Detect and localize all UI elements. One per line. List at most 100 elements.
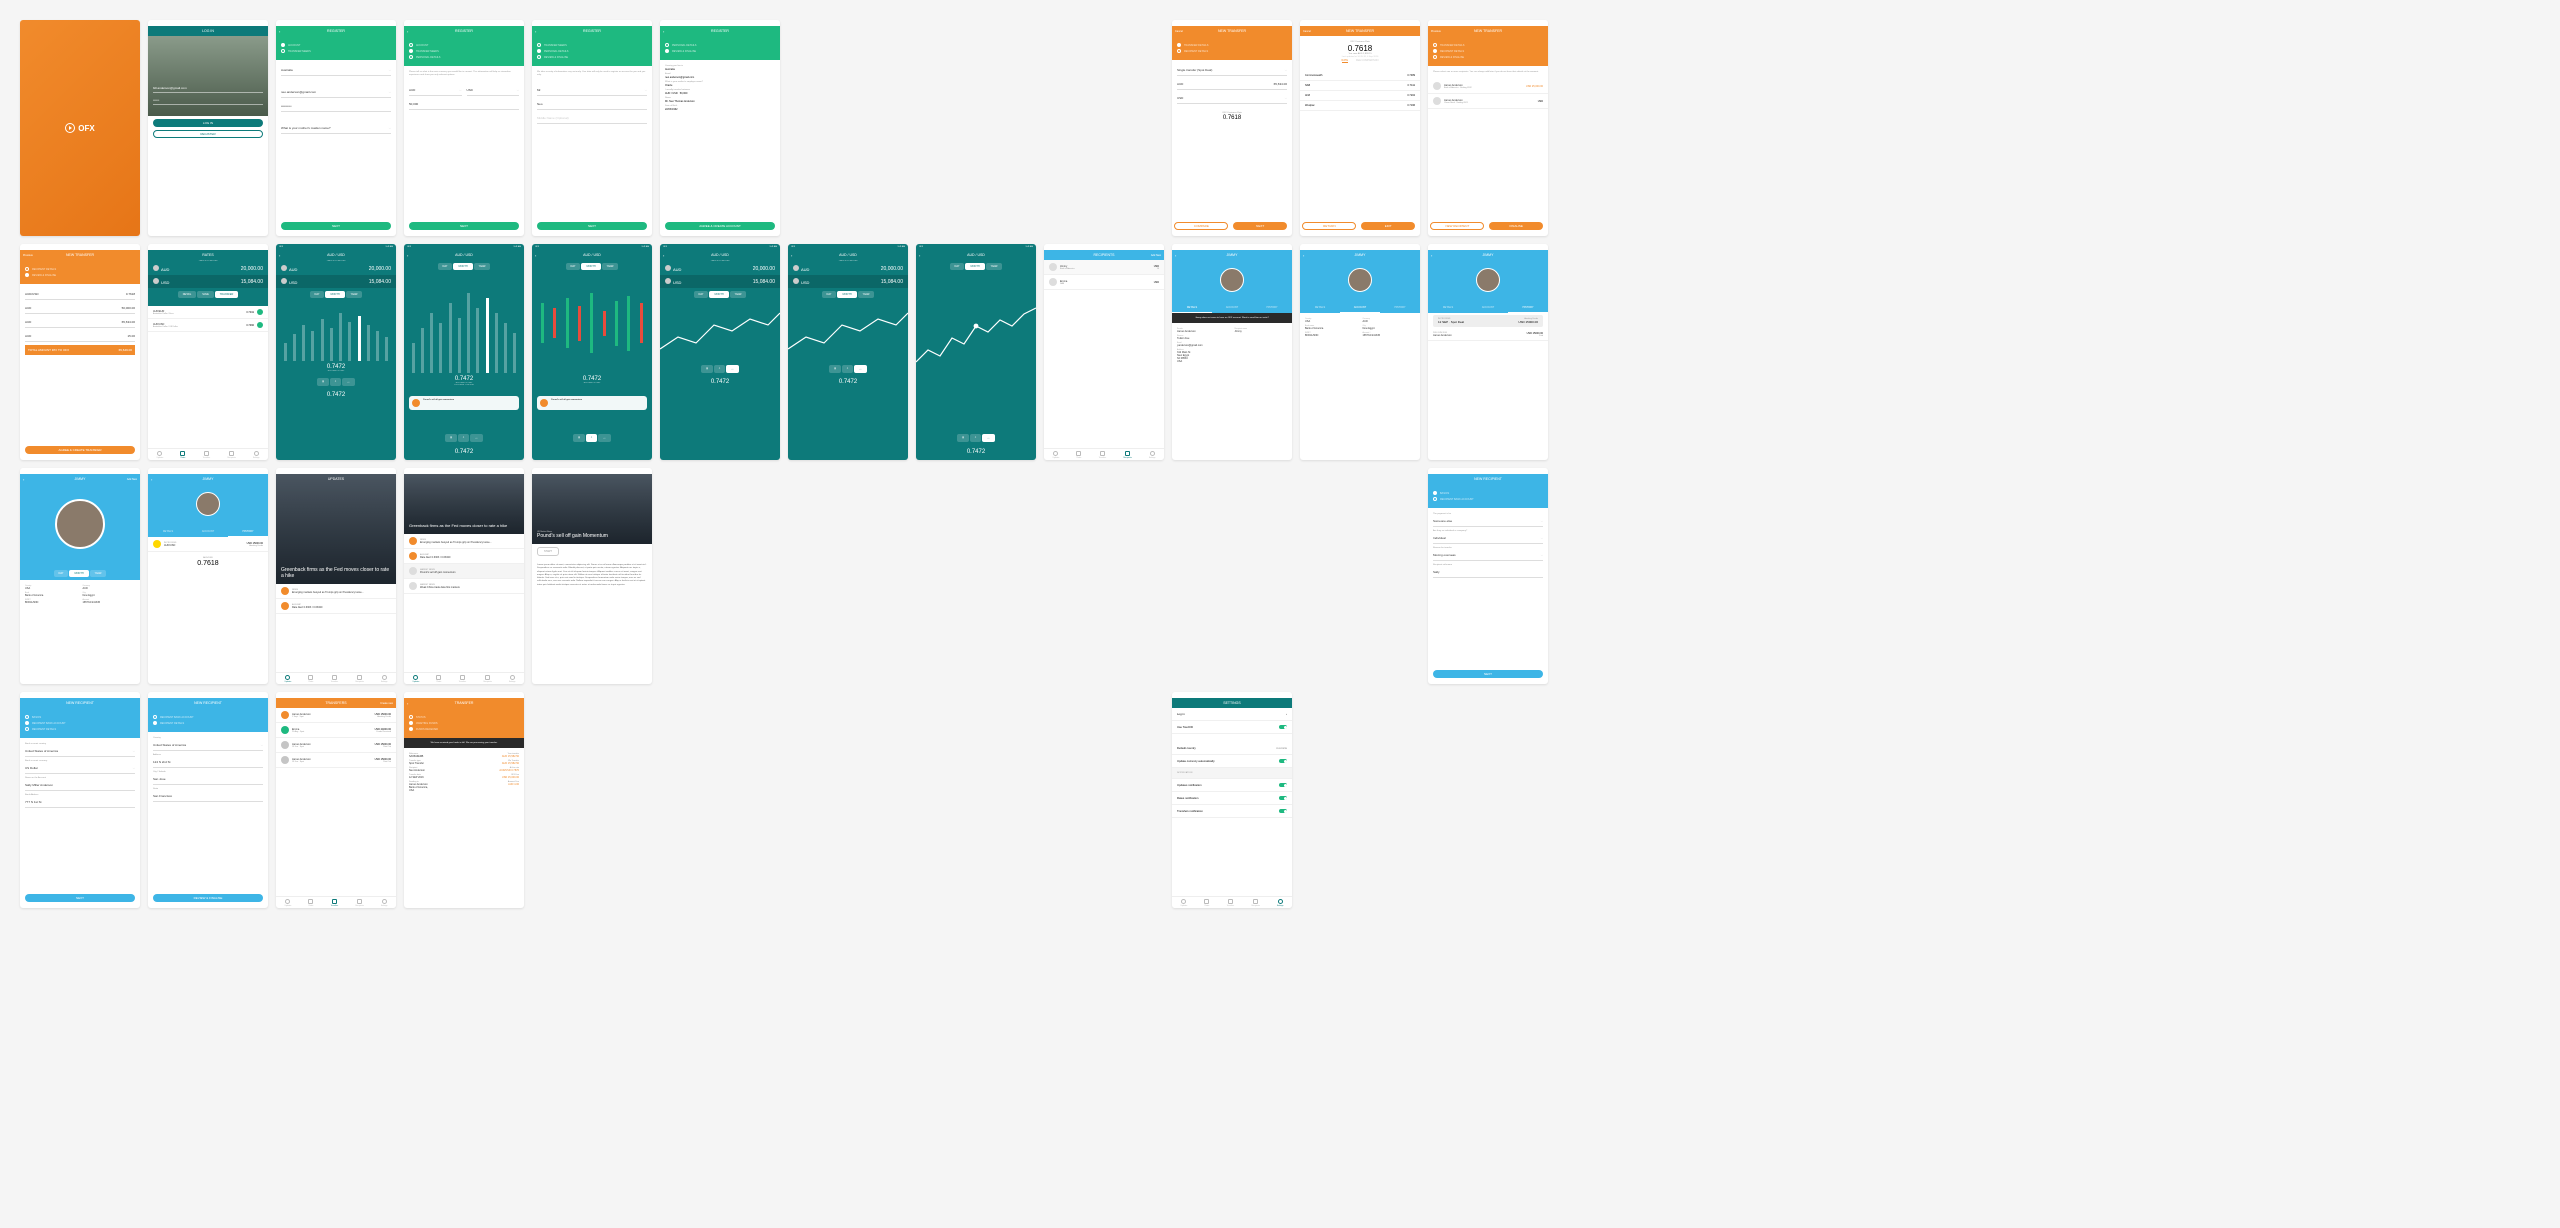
firstname-input[interactable]: Neo — [537, 99, 647, 110]
updates-notif-toggle[interactable]: Updates notification — [1172, 779, 1292, 792]
tab-rates[interactable]: Rates — [1076, 451, 1081, 459]
tab-rates[interactable]: Rates — [180, 451, 185, 459]
news-item[interactable]: MARKET NEWSWeak China trade data hits ma… — [404, 579, 524, 594]
email-input[interactable]: neo.anderson@gmail.com⌵ — [281, 87, 391, 98]
back-icon[interactable]: ‹ — [535, 29, 536, 34]
bank-currency-select[interactable]: US Dollar⌵ — [25, 763, 135, 774]
tab-account[interactable]: ACCOUNT — [1212, 303, 1252, 313]
sell-currency[interactable]: AUD⌵ — [409, 85, 462, 96]
transfer-row[interactable]: James Anderson18 Jun · SpotUSD 15000.00P… — [276, 738, 396, 753]
tab-history[interactable]: HISTORY — [1508, 303, 1548, 313]
line-chart[interactable] — [660, 301, 780, 361]
tab-settings[interactable]: Settings — [1149, 451, 1156, 459]
bar-chart[interactable] — [276, 301, 396, 361]
payee-select[interactable]: Someone else⌵ — [1433, 516, 1543, 527]
bar-chart[interactable] — [404, 273, 524, 373]
tab-transfers[interactable]: Transfers — [203, 451, 211, 459]
back-icon[interactable]: ‹ — [407, 253, 408, 258]
create-transfer-button[interactable]: AGREE & CREATE TRANSFER — [25, 446, 135, 454]
next-button[interactable]: NEXT — [25, 894, 135, 902]
cancel-link[interactable]: Cancel — [1303, 30, 1311, 33]
compare-button[interactable]: COMPARE — [1174, 222, 1228, 230]
start-button[interactable]: START — [537, 547, 559, 556]
return-button[interactable]: RETURN — [1302, 222, 1356, 230]
chart-type-candle[interactable]: ◊ — [330, 378, 341, 386]
period-day[interactable]: DAY — [310, 291, 325, 298]
cancel-link[interactable]: Cancel — [1175, 30, 1183, 33]
bank-address-input[interactable]: 777 N 1st St — [25, 797, 135, 808]
prev-link[interactable]: Previous — [1431, 30, 1441, 33]
period-year[interactable]: YEAR — [346, 291, 363, 298]
news-item[interactable]: NEWSEmerging markets buoyed as Trumps gr… — [404, 534, 524, 549]
rate-pair-row[interactable]: AUD/EURAustralian Dollar / Euro0.7041 — [148, 306, 268, 319]
recipient-option[interactable]: James AndersonChase Bank · Ending 6521US… — [1428, 94, 1548, 109]
register-button[interactable]: REGISTER — [153, 130, 263, 138]
transfer-row[interactable]: James Anderson1 Sept · SpotUSD 15000.00A… — [276, 708, 396, 723]
recipient-row[interactable]: JimmyBank of AmericaUSD10 — [1044, 260, 1164, 275]
news-item[interactable]: NEWSEmerging markets buoyed as Trumps gr… — [276, 584, 396, 599]
chart-type-line[interactable]: 〰 — [342, 378, 355, 386]
transfer-row[interactable]: James Anderson18 Jun · SpotUSD 15000.00P… — [276, 753, 396, 768]
type-select[interactable]: Individual⌵ — [1433, 533, 1543, 544]
toggle-switch[interactable] — [1279, 725, 1287, 729]
touchid-toggle[interactable]: Use TouchID — [1172, 721, 1292, 734]
add-new-link[interactable]: Add New — [1151, 254, 1161, 257]
next-button[interactable]: NEXT — [409, 222, 519, 230]
next-button[interactable]: NEXT — [1433, 670, 1543, 678]
review-button[interactable]: REVIEW & FINALISE — [153, 894, 263, 902]
default-country-row[interactable]: Default countryAustralia — [1172, 742, 1292, 755]
create-account-button[interactable]: AGREE & CREATE ACCOUNT — [665, 222, 775, 230]
account-name-input[interactable]: Sally Miller Anderson — [25, 780, 135, 791]
tab-account[interactable]: ACCOUNT — [1340, 303, 1380, 313]
line-chart[interactable] — [788, 301, 908, 361]
headline-hero[interactable]: Greenback firms as the Fed moves closer … — [404, 474, 524, 534]
tab-rate[interactable]: RATE — [1342, 59, 1348, 63]
history-row[interactable]: 2016 JUN 2016James AndersonUSD 15000.00P… — [1428, 329, 1548, 341]
address-input[interactable]: 124 N 2nd St — [153, 757, 263, 768]
detail-button[interactable]: DETAIL — [178, 291, 197, 298]
add-new-link[interactable]: Add New — [127, 478, 137, 481]
tab-recipients[interactable]: Recipients — [1123, 451, 1131, 459]
next-button[interactable]: NEXT — [537, 222, 647, 230]
country-select[interactable]: United States of America⌵ — [153, 740, 263, 751]
sell-amount[interactable]: AUD65,634.00 — [1177, 79, 1287, 90]
auto-update-toggle[interactable]: Update currency automatically — [1172, 755, 1292, 768]
tab-recipients[interactable]: Recipients — [227, 451, 235, 459]
new-recipient-button[interactable]: NEW RECIPIENT — [1430, 222, 1484, 230]
back-icon[interactable]: ‹ — [279, 29, 280, 34]
news-item[interactable]: AUD/GBPRate Alert 0.6303 / 0.63320 — [404, 549, 524, 564]
amount-input[interactable]: 50,000 — [409, 99, 519, 110]
country-select[interactable]: Australia⌵ — [281, 65, 391, 76]
tab-transfers[interactable]: Transfers — [331, 899, 339, 907]
buy-currency[interactable]: USD⌵ — [467, 85, 520, 96]
reason-select[interactable]: Moving overseas⌵ — [1433, 550, 1543, 561]
period-month[interactable]: MONTH — [325, 291, 344, 298]
news-item[interactable]: MARKET NEWSPound's sell off gain momentu… — [404, 564, 524, 579]
tab-updates[interactable]: Updates — [285, 675, 292, 683]
save-button[interactable]: SAVE — [197, 291, 213, 298]
security-question[interactable]: What is your mother's maiden name?⌵ — [281, 123, 391, 134]
transfers-notif-toggle[interactable]: Transfers notification — [1172, 805, 1292, 818]
login-row[interactable]: Log in› — [1172, 708, 1292, 721]
history-row[interactable]: IN PROCESSAwaiting Funds 12 SEP · Spot D… — [1433, 315, 1543, 327]
buy-amount[interactable]: USD⌵ — [1177, 93, 1287, 104]
transfer-row[interactable]: Emma20 Aug · SpotUSD 24000.00Funds Recei… — [276, 723, 396, 738]
line-chart[interactable] — [916, 273, 1036, 403]
rate-pair-row[interactable]: AUD/USDAustralian Dollar / US Dollar0.74… — [148, 319, 268, 332]
tab-updates[interactable]: Updates — [157, 451, 164, 459]
next-button[interactable]: NEXT — [1233, 222, 1287, 230]
news-tooltip[interactable]: Pound's sell off gain momentum — [409, 396, 519, 410]
password-input[interactable]: •••••••••• — [281, 101, 391, 112]
prev-link[interactable]: Previous — [23, 254, 33, 257]
back-icon[interactable]: ‹ — [663, 29, 664, 34]
create-new-link[interactable]: Create new — [380, 702, 393, 705]
headline-hero[interactable]: Greenback firms as the Fed moves closer … — [276, 474, 396, 584]
rates-notif-toggle[interactable]: Rates notification — [1172, 792, 1292, 805]
bank-country-select[interactable]: United States of America⌵ — [25, 746, 135, 757]
transfer-type-select[interactable]: Single transfer (Spot Deal)⌵ — [1177, 65, 1287, 76]
login-button[interactable]: LOG IN — [153, 119, 263, 127]
email-field[interactable]: bill.anderson@gmail.com — [153, 84, 263, 93]
middlename-input[interactable]: Middle Name (Optional) — [537, 113, 647, 124]
back-icon[interactable]: ‹ — [407, 29, 408, 34]
tab-fee[interactable]: FEE COMPARISON — [1356, 59, 1378, 63]
